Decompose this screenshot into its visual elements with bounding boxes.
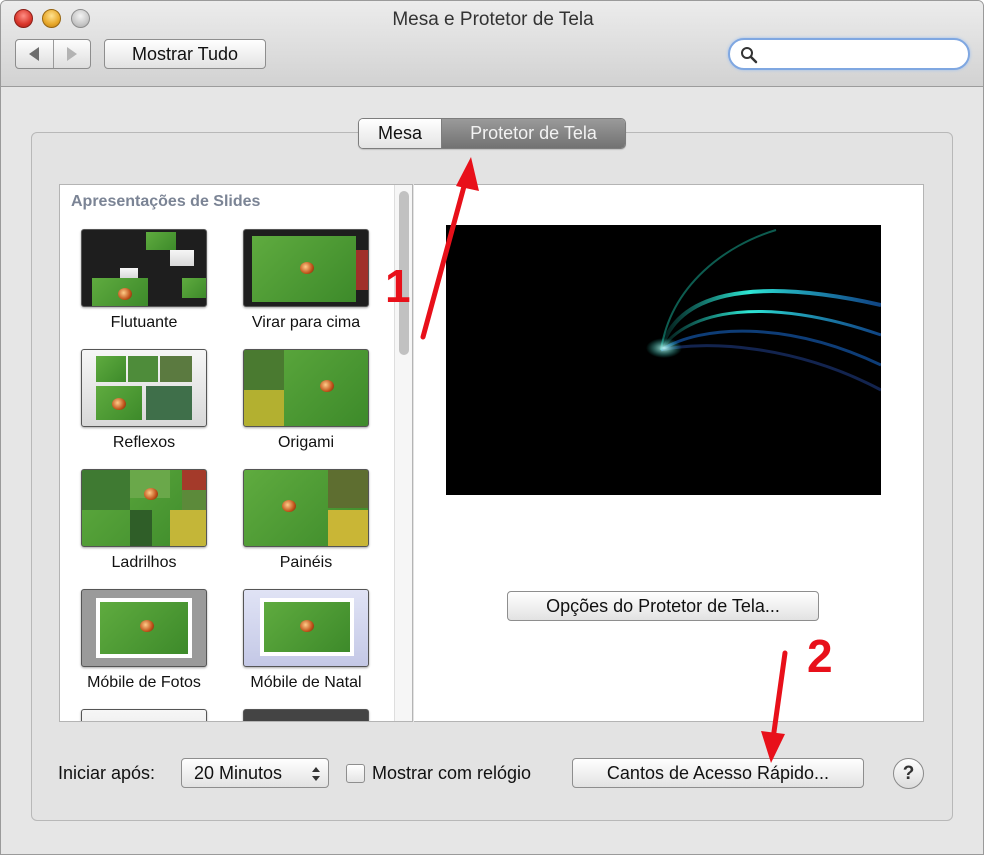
- screensaver-label: Móbile de Fotos: [87, 674, 201, 691]
- screensaver-label: Móbile de Natal: [250, 674, 362, 691]
- screensaver-label: Ladrilhos: [111, 554, 177, 571]
- screensaver-item-mobile-de-fotos[interactable]: Móbile de Fotos: [74, 589, 214, 692]
- search-icon: [741, 47, 758, 64]
- help-button[interactable]: ?: [893, 758, 924, 789]
- screensaver-item-virar-para-cima[interactable]: Virar para cima: [236, 229, 376, 332]
- screensaver-item-ladrilhos[interactable]: Ladrilhos: [74, 469, 214, 572]
- back-button[interactable]: [16, 40, 53, 68]
- panels-thumb-icon: [243, 469, 369, 547]
- partial-thumb-icon: [81, 709, 207, 721]
- floating-photos-thumb-icon: [81, 229, 207, 307]
- origami-thumb-icon: [243, 349, 369, 427]
- start-after-select[interactable]: 20 Minutos: [181, 758, 329, 788]
- photo-mobile-thumb-icon: [81, 589, 207, 667]
- back-forward-group: [15, 39, 91, 69]
- show-clock-label[interactable]: Mostrar com relógio: [372, 763, 531, 784]
- flip-up-thumb-icon: [243, 229, 369, 307]
- tab-protetor-de-tela[interactable]: Protetor de Tela: [442, 119, 625, 148]
- holiday-mobile-thumb-icon: [243, 589, 369, 667]
- window-title: Mesa e Protetor de Tela: [392, 9, 594, 30]
- light-trails-preview-icon: [646, 229, 881, 392]
- screensaver-list[interactable]: Apresentações de Slides Flutuante Virar …: [59, 184, 413, 722]
- show-clock-checkbox[interactable]: [346, 764, 365, 783]
- screensaver-label: Flutuante: [110, 314, 178, 331]
- tab-mesa[interactable]: Mesa: [359, 119, 442, 148]
- hot-corners-button[interactable]: Cantos de Acesso Rápido...: [572, 758, 864, 788]
- screensaver-item-mobile-de-natal[interactable]: Móbile de Natal: [236, 589, 376, 692]
- start-after-value: 20 Minutos: [194, 762, 283, 783]
- list-section-header: Apresentações de Slides: [71, 193, 261, 210]
- screensaver-item-reflexos[interactable]: Reflexos: [74, 349, 214, 452]
- screensaver-label: Virar para cima: [251, 314, 361, 331]
- screensaver-item-partial[interactable]: [236, 709, 376, 721]
- screensaver-item-partial[interactable]: [74, 709, 214, 721]
- back-arrow-icon: [29, 47, 40, 61]
- search-field[interactable]: [728, 38, 970, 70]
- screensaver-options-button[interactable]: Opções do Protetor de Tela...: [507, 591, 819, 621]
- show-all-button[interactable]: Mostrar Tudo: [104, 39, 266, 69]
- preferences-window: Mesa e Protetor de Tela Mostrar Tudo Mes…: [0, 0, 984, 855]
- screensaver-item-paineis[interactable]: Painéis: [236, 469, 376, 572]
- title-toolbar: Mesa e Protetor de Tela Mostrar Tudo: [1, 1, 983, 87]
- screensaver-item-origami[interactable]: Origami: [236, 349, 376, 452]
- annotation-number-2: 2: [807, 630, 833, 682]
- forward-button[interactable]: [52, 40, 91, 68]
- reflections-thumb-icon: [81, 349, 207, 427]
- screensaver-item-flutuante[interactable]: Flutuante: [74, 229, 214, 332]
- screensaver-label: Painéis: [279, 554, 333, 571]
- screensaver-label: Origami: [277, 434, 334, 451]
- screensaver-preview: [446, 225, 881, 495]
- forward-arrow-icon: [66, 47, 77, 61]
- annotation-number-1: 1: [385, 260, 411, 312]
- tiles-thumb-icon: [81, 469, 207, 547]
- partial-thumb-icon: [243, 709, 369, 721]
- stepper-arrows-icon: [312, 767, 320, 781]
- start-after-label: Iniciar após:: [58, 763, 156, 783]
- screensaver-label: Reflexos: [112, 434, 176, 451]
- tab-bar: Mesa Protetor de Tela: [358, 118, 626, 149]
